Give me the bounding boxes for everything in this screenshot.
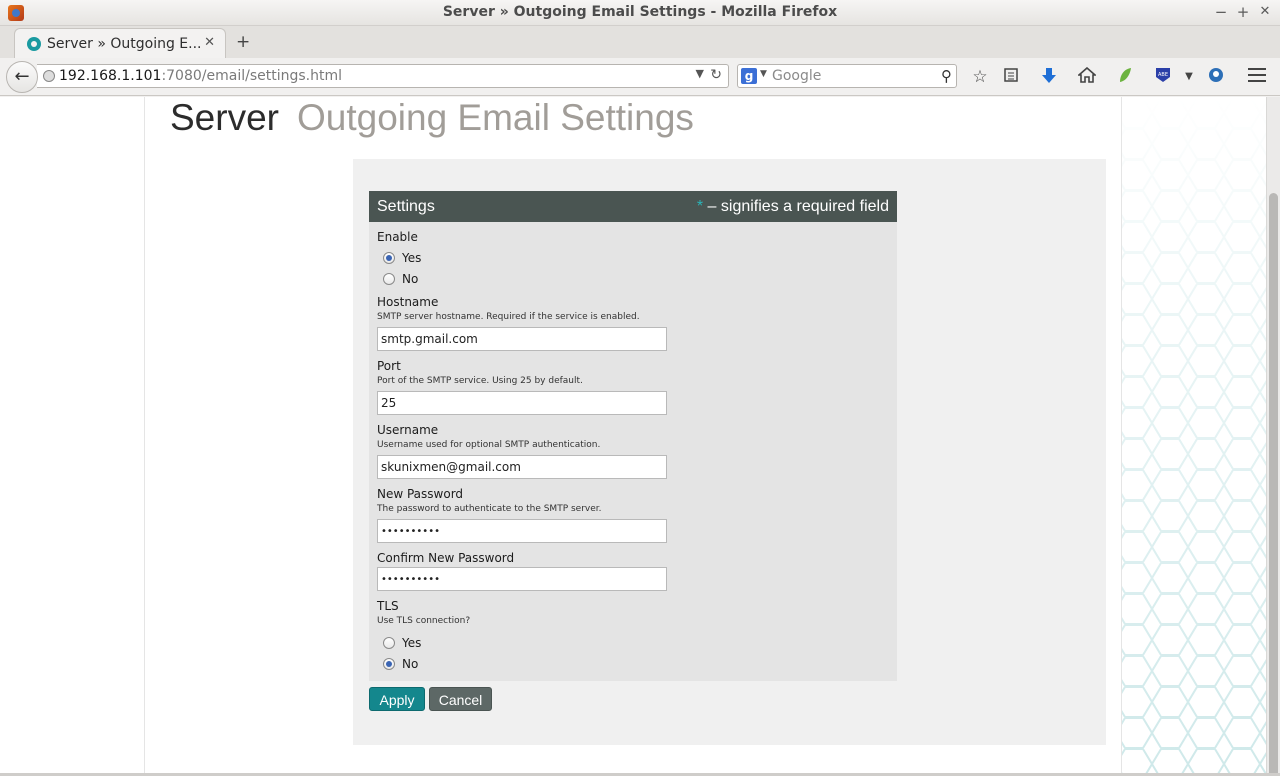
hostname-label: Hostname	[377, 295, 439, 309]
reading-list-icon[interactable]	[1001, 67, 1021, 87]
confirm-password-label: Confirm New Password	[377, 551, 515, 565]
maximize-button[interactable]: +	[1234, 3, 1252, 21]
page-title: Outgoing Email Settings	[296, 97, 694, 138]
hamburger-menu-icon[interactable]	[1248, 68, 1266, 84]
tls-yes-radio[interactable]	[383, 637, 395, 649]
navigation-toolbar: 192.168.1.101:7080/email/settings.html ▼…	[0, 58, 1280, 96]
window-title: Server » Outgoing Email Settings - Mozil…	[442, 4, 838, 20]
username-field[interactable]	[377, 455, 667, 479]
page-breadcrumb: Server Outgoing Email Settings	[170, 97, 694, 139]
window-titlebar: Server » Outgoing Email Settings - Mozil…	[0, 0, 1280, 26]
hostname-hint: SMTP server hostname. Required if the se…	[377, 312, 640, 322]
new-tab-button[interactable]: +	[236, 32, 250, 52]
required-note-text: – signifies a required field	[703, 198, 889, 215]
abe-dropdown-icon[interactable]: ▼	[1179, 67, 1199, 87]
tab-active[interactable]: Server » Outgoing E... ✕	[14, 28, 226, 58]
tab-close-button[interactable]: ✕	[204, 35, 215, 50]
username-label: Username	[377, 423, 439, 437]
minimize-button[interactable]: −	[1212, 3, 1230, 21]
new-password-field[interactable]	[377, 519, 667, 543]
tab-strip: Server » Outgoing E... ✕ +	[0, 26, 1280, 58]
enable-no-label[interactable]: No	[402, 272, 418, 286]
settings-form: Settings * – signifies a required field …	[369, 191, 897, 681]
new-password-hint: The password to authenticate to the SMTP…	[377, 504, 602, 514]
settings-header: Settings * – signifies a required field	[369, 191, 897, 222]
required-field-note: * – signifies a required field	[697, 198, 889, 216]
tls-no-radio[interactable]	[383, 658, 395, 670]
username-hint: Username used for optional SMTP authenti…	[377, 440, 601, 450]
apply-button[interactable]: Apply	[369, 687, 425, 711]
tls-hint: Use TLS connection?	[377, 616, 471, 626]
globe-icon	[43, 70, 55, 82]
svg-text:ABE: ABE	[1158, 72, 1168, 78]
url-history-dropdown-icon[interactable]: ▼	[696, 67, 704, 80]
leaf-addon-icon[interactable]	[1115, 67, 1135, 87]
home-icon[interactable]	[1076, 66, 1098, 87]
search-input[interactable]	[772, 67, 932, 85]
settings-title: Settings	[377, 198, 435, 215]
enable-yes-radio[interactable]	[383, 252, 395, 264]
search-icon[interactable]: ⚲	[941, 67, 952, 85]
url-bar[interactable]: 192.168.1.101:7080/email/settings.html ▼…	[37, 64, 729, 88]
back-button[interactable]: ←	[6, 61, 38, 93]
page-viewport: Server Outgoing Email Settings Settings *…	[0, 97, 1266, 773]
scrollbar-thumb[interactable]	[1269, 193, 1278, 776]
settings-panel: Settings * – signifies a required field …	[353, 159, 1106, 745]
abe-addon-icon[interactable]: ABE	[1153, 67, 1173, 87]
url-host: 192.168.1.101	[59, 68, 162, 84]
cancel-button[interactable]: Cancel	[429, 687, 492, 711]
hexagon-background-pattern	[1116, 97, 1266, 773]
search-engine-icon[interactable]: g	[741, 68, 757, 84]
tab-favicon-icon	[27, 37, 41, 51]
url-text[interactable]: 192.168.1.101:7080/email/settings.html	[59, 68, 342, 84]
new-password-label: New Password	[377, 487, 464, 501]
star-bookmark-icon[interactable]: ☆	[970, 67, 990, 87]
tls-label: TLS	[377, 599, 399, 613]
enable-no-radio[interactable]	[383, 273, 395, 285]
url-path: :7080/email/settings.html	[161, 68, 342, 84]
hostname-field[interactable]	[377, 327, 667, 351]
port-hint: Port of the SMTP service. Using 25 by de…	[377, 376, 583, 386]
page-content: Server Outgoing Email Settings Settings *…	[144, 97, 1122, 773]
profile-addon-icon[interactable]	[1206, 67, 1226, 87]
breadcrumb-section[interactable]: Server	[170, 97, 279, 138]
port-label: Port	[377, 359, 401, 373]
enable-label: Enable	[377, 230, 418, 244]
tls-yes-label[interactable]: Yes	[402, 636, 421, 650]
enable-yes-label[interactable]: Yes	[402, 251, 421, 265]
download-icon[interactable]	[1039, 67, 1059, 87]
tab-label: Server » Outgoing E...	[47, 36, 202, 52]
search-engine-dropdown-icon[interactable]: ▼	[760, 69, 767, 79]
reload-icon[interactable]: ↻	[710, 67, 722, 83]
close-window-button[interactable]: ✕	[1256, 3, 1274, 21]
confirm-password-field[interactable]	[377, 567, 667, 591]
tls-no-label[interactable]: No	[402, 657, 418, 671]
vertical-scrollbar[interactable]	[1266, 97, 1280, 776]
search-bar[interactable]: g ▼ ⚲	[737, 64, 957, 88]
back-arrow-icon: ←	[14, 66, 30, 87]
port-field[interactable]	[377, 391, 667, 415]
